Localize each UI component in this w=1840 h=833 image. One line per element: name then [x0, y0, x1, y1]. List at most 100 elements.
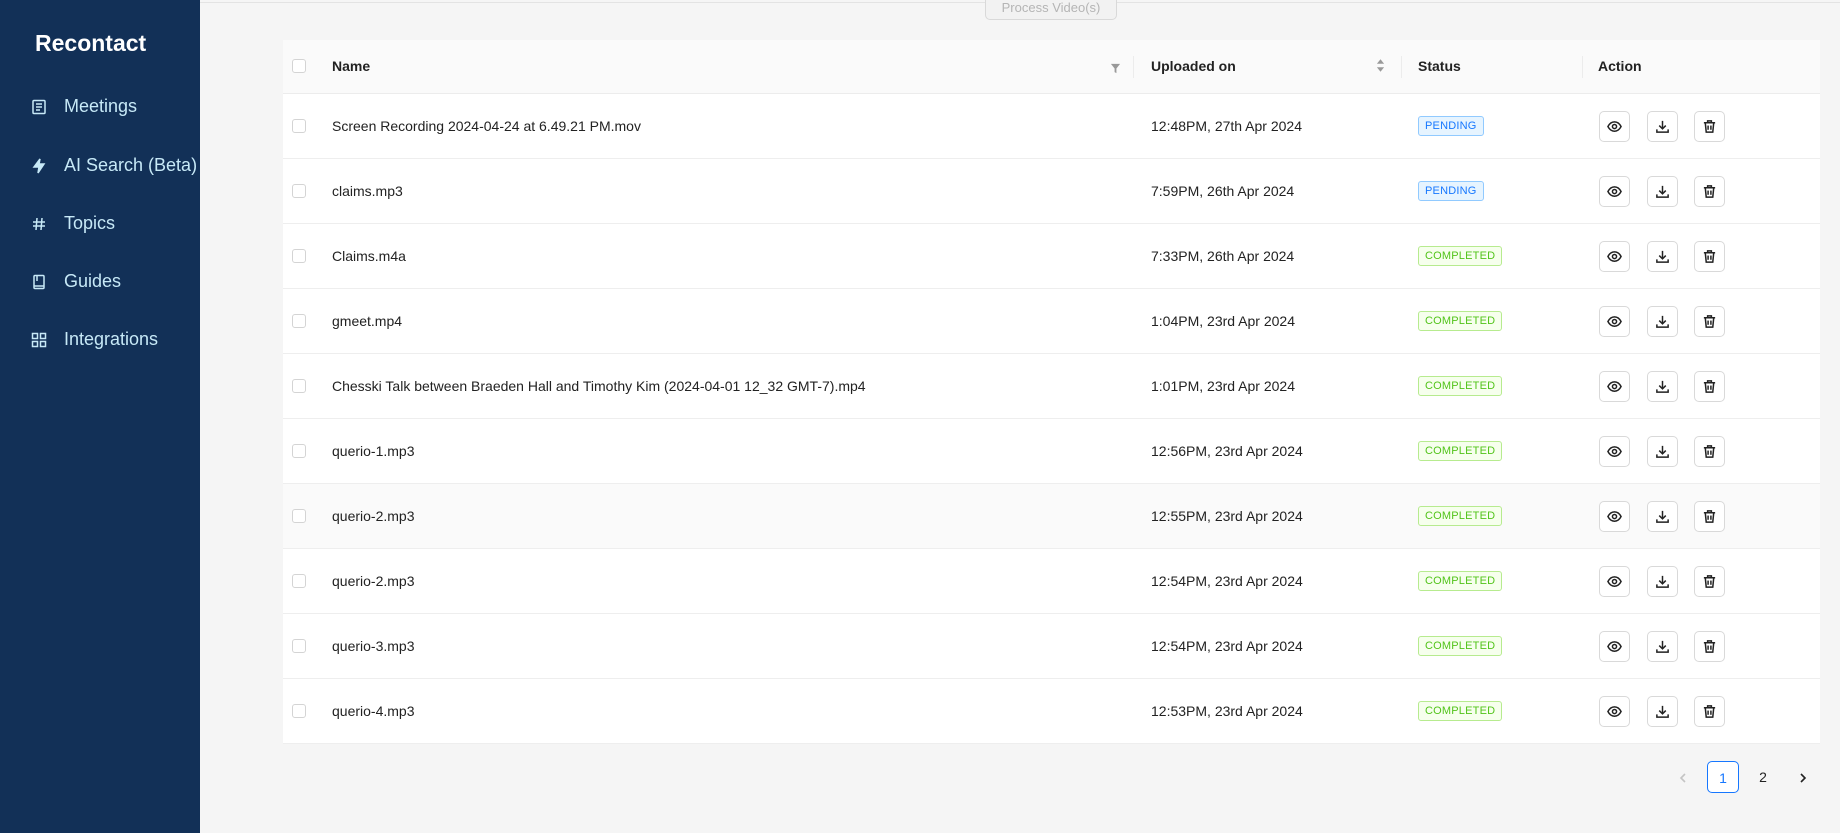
sidebar-item-label: Topics: [64, 213, 116, 233]
status-badge: COMPLETED: [1418, 376, 1503, 396]
delete-button[interactable]: [1694, 436, 1725, 467]
trash-icon: [1702, 184, 1717, 199]
download-button[interactable]: [1647, 371, 1678, 402]
row-checkbox[interactable]: [292, 249, 306, 263]
view-button[interactable]: [1599, 501, 1630, 532]
row-checkbox[interactable]: [292, 574, 306, 588]
status-badge: COMPLETED: [1418, 311, 1503, 331]
view-button[interactable]: [1599, 566, 1630, 597]
table-row: querio-4.mp3 12:53PM, 23rd Apr 2024 COMPLE…: [283, 679, 1820, 744]
uploaded-on: 7:59PM, 26th Apr 2024: [1151, 183, 1295, 199]
filter-icon[interactable]: [1110, 61, 1121, 79]
view-button[interactable]: [1599, 696, 1630, 727]
sidebar-item-label: Meetings: [64, 96, 138, 116]
eye-icon: [1607, 574, 1622, 589]
sort-icon[interactable]: [1376, 57, 1385, 79]
delete-button[interactable]: [1694, 566, 1725, 597]
row-checkbox[interactable]: [292, 509, 306, 523]
delete-button[interactable]: [1694, 501, 1725, 532]
uploaded-on: 7:33PM, 26th Apr 2024: [1151, 248, 1295, 264]
uploaded-on: 12:55PM, 23rd Apr 2024: [1151, 508, 1303, 524]
table-row: Chesski Talk between Braeden Hall and Ti…: [283, 354, 1820, 419]
download-button[interactable]: [1647, 176, 1678, 207]
select-all-checkbox[interactable]: [292, 59, 306, 73]
sidebar-item-topics[interactable]: Topics: [30, 213, 115, 234]
trash-icon: [1702, 119, 1717, 134]
view-button[interactable]: [1599, 631, 1630, 662]
view-button[interactable]: [1599, 176, 1630, 207]
delete-button[interactable]: [1694, 241, 1725, 272]
view-button[interactable]: [1599, 111, 1630, 142]
table-row: claims.mp3 7:59PM, 26th Apr 2024 PENDING: [283, 159, 1820, 224]
status-badge: COMPLETED: [1418, 506, 1503, 526]
uploaded-on: 1:04PM, 23rd Apr 2024: [1151, 313, 1295, 329]
row-checkbox[interactable]: [292, 639, 306, 653]
file-name: querio-3.mp3: [332, 638, 415, 654]
download-icon: [1655, 379, 1670, 394]
status-badge: COMPLETED: [1418, 636, 1503, 656]
sidebar-item-ai-search[interactable]: AI Search (Beta): [30, 155, 197, 176]
column-header-action: Action: [1598, 58, 1642, 74]
page-1-button[interactable]: 1: [1707, 761, 1739, 793]
download-button[interactable]: [1647, 696, 1678, 727]
download-button[interactable]: [1647, 306, 1678, 337]
eye-icon: [1607, 249, 1622, 264]
trash-icon: [1702, 314, 1717, 329]
uploaded-on: 12:54PM, 23rd Apr 2024: [1151, 638, 1303, 654]
uploaded-on: 12:53PM, 23rd Apr 2024: [1151, 703, 1303, 719]
download-icon: [1655, 574, 1670, 589]
file-name: gmeet.mp4: [332, 313, 403, 329]
view-button[interactable]: [1599, 241, 1630, 272]
sidebar-item-label: Guides: [64, 271, 122, 291]
view-button[interactable]: [1599, 306, 1630, 337]
row-checkbox[interactable]: [292, 119, 306, 133]
delete-button[interactable]: [1694, 111, 1725, 142]
download-icon: [1655, 639, 1670, 654]
column-header-uploaded[interactable]: Uploaded on: [1151, 40, 1236, 93]
download-icon: [1655, 704, 1670, 719]
download-icon: [1655, 184, 1670, 199]
row-checkbox[interactable]: [292, 704, 306, 718]
sidebar-item-guides[interactable]: Guides: [30, 271, 121, 292]
download-button[interactable]: [1647, 566, 1678, 597]
download-icon: [1655, 509, 1670, 524]
download-button[interactable]: [1647, 631, 1678, 662]
delete-button[interactable]: [1694, 371, 1725, 402]
row-checkbox[interactable]: [292, 379, 306, 393]
sidebar-item-integrations[interactable]: Integrations: [30, 329, 158, 350]
sidebar-item-meetings[interactable]: Meetings: [30, 96, 137, 117]
meetings-icon: [30, 98, 48, 116]
download-button[interactable]: [1647, 501, 1678, 532]
next-page-button[interactable]: [1787, 761, 1819, 793]
column-separator: [1582, 56, 1583, 78]
view-button[interactable]: [1599, 436, 1630, 467]
row-checkbox[interactable]: [292, 444, 306, 458]
download-button[interactable]: [1647, 241, 1678, 272]
column-separator: [1401, 56, 1402, 78]
eye-icon: [1607, 379, 1622, 394]
view-button[interactable]: [1599, 371, 1630, 402]
trash-icon: [1702, 574, 1717, 589]
file-name: querio-1.mp3: [332, 443, 415, 459]
brand-logo: Recontact: [35, 30, 147, 56]
download-button[interactable]: [1647, 111, 1678, 142]
eye-icon: [1607, 184, 1622, 199]
column-header-status: Status: [1418, 58, 1461, 74]
process-videos-button[interactable]: Process Video(s): [985, 0, 1117, 20]
delete-button[interactable]: [1694, 176, 1725, 207]
sidebar-item-label: AI Search (Beta): [64, 155, 198, 175]
file-name: Chesski Talk between Braeden Hall and Ti…: [332, 378, 866, 394]
row-checkbox[interactable]: [292, 184, 306, 198]
row-checkbox[interactable]: [292, 314, 306, 328]
trash-icon: [1702, 249, 1717, 264]
table-row: Screen Recording 2024-04-24 at 6.49.21 P…: [283, 94, 1820, 159]
main-content: Process Video(s) Name Uploaded on Status…: [200, 0, 1840, 833]
previous-page-button[interactable]: [1667, 761, 1699, 793]
eye-icon: [1607, 704, 1622, 719]
delete-button[interactable]: [1694, 631, 1725, 662]
page-2-button[interactable]: 2: [1747, 761, 1779, 793]
delete-button[interactable]: [1694, 306, 1725, 337]
download-button[interactable]: [1647, 436, 1678, 467]
table-row: Claims.m4a 7:33PM, 26th Apr 2024 COMPLETED: [283, 224, 1820, 289]
delete-button[interactable]: [1694, 696, 1725, 727]
